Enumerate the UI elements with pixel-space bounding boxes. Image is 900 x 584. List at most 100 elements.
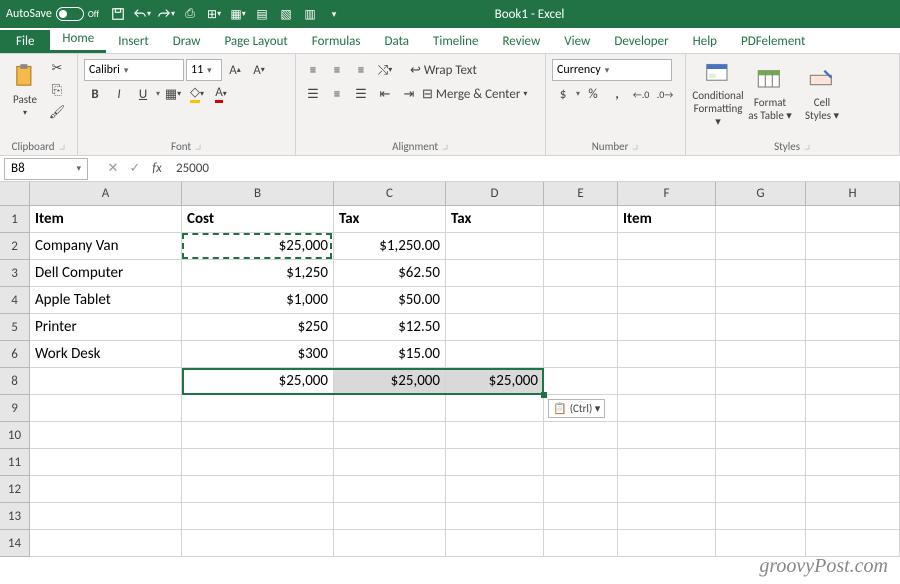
undo-icon[interactable]: ▾ — [131, 3, 153, 25]
align-right-icon[interactable]: ☰ — [350, 83, 372, 105]
row-header-1[interactable]: 1 — [0, 206, 30, 233]
accounting-format-button[interactable]: $ — [552, 83, 574, 105]
row-header-3[interactable]: 3 — [0, 260, 30, 287]
comma-format-button[interactable]: , — [606, 83, 628, 105]
cell-C8[interactable]: $25,000 — [334, 368, 446, 395]
tab-formulas[interactable]: Formulas — [300, 30, 373, 53]
cancel-formula-icon[interactable]: ✕ — [102, 161, 124, 176]
tab-view[interactable]: View — [552, 30, 602, 53]
cell-B2[interactable]: $25,000 — [182, 233, 334, 260]
row-header-10[interactable]: 10 — [0, 422, 30, 449]
save-icon[interactable] — [107, 3, 129, 25]
align-top-icon[interactable]: ≡ — [302, 59, 324, 81]
cell-B4[interactable]: $1,000 — [182, 287, 334, 314]
cell-H1[interactable] — [806, 206, 900, 233]
cell-C4[interactable]: $50.00 — [334, 287, 446, 314]
tab-file[interactable]: File — [0, 30, 50, 53]
row-header-8[interactable]: 8 — [0, 368, 30, 395]
align-left-icon[interactable]: ☰ — [302, 83, 324, 105]
cell-C2[interactable]: $1,250.00 — [334, 233, 446, 260]
tab-data[interactable]: Data — [373, 30, 422, 53]
cut-icon[interactable]: ✂ — [46, 58, 68, 78]
cell-F1[interactable]: Item — [618, 206, 716, 233]
percent-format-button[interactable]: % — [582, 83, 604, 105]
paste-button[interactable]: Paste ▾ — [6, 58, 44, 122]
row-header-12[interactable]: 12 — [0, 476, 30, 503]
qat-icon-5[interactable]: ▧ — [275, 3, 297, 25]
tab-pdfelement[interactable]: PDFelement — [729, 30, 817, 53]
redo-icon[interactable]: ▾ — [155, 3, 177, 25]
cell-E1[interactable] — [544, 206, 618, 233]
conditional-formatting-button[interactable]: Conditional Formatting ▾ — [692, 58, 744, 130]
col-header-A[interactable]: A — [30, 182, 182, 206]
cell-B8[interactable]: $25,000 — [182, 368, 334, 395]
cell-B1[interactable]: Cost — [182, 206, 334, 233]
cell-A1[interactable]: Item — [30, 206, 182, 233]
cell-A3[interactable]: Dell Computer — [30, 260, 182, 287]
increase-font-icon[interactable]: A▴ — [224, 59, 246, 81]
row-header-13[interactable]: 13 — [0, 503, 30, 530]
cell-A2[interactable]: Company Van — [30, 233, 182, 260]
col-header-B[interactable]: B — [182, 182, 334, 206]
cell-C3[interactable]: $62.50 — [334, 260, 446, 287]
fill-color-icon[interactable]: ◇▾ — [186, 83, 208, 105]
row-header-11[interactable]: 11 — [0, 449, 30, 476]
fill-handle[interactable] — [541, 392, 547, 398]
cell-B5[interactable]: $250 — [182, 314, 334, 341]
tab-home[interactable]: Home — [50, 27, 106, 53]
decrease-indent-icon[interactable]: ⇤ — [374, 83, 396, 105]
row-header-14[interactable]: 14 — [0, 530, 30, 557]
orientation-icon[interactable]: ⤭▾ — [374, 59, 396, 81]
cell-A5[interactable]: Printer — [30, 314, 182, 341]
tab-page-layout[interactable]: Page Layout — [212, 30, 299, 53]
tab-insert[interactable]: Insert — [106, 30, 161, 53]
row-header-4[interactable]: 4 — [0, 287, 30, 314]
cell-D1[interactable]: Tax — [446, 206, 544, 233]
fx-icon[interactable]: fx — [146, 161, 168, 176]
col-header-H[interactable]: H — [806, 182, 900, 206]
cell-D2[interactable] — [446, 233, 544, 260]
align-center-icon[interactable]: ≡ — [326, 83, 348, 105]
cell-A8[interactable] — [30, 368, 182, 395]
row-header-9[interactable]: 9 — [0, 395, 30, 422]
cell-C1[interactable]: Tax — [334, 206, 446, 233]
qat-icon-4[interactable]: ▤ — [251, 3, 273, 25]
paste-options-button[interactable]: 📋 (Ctrl) ▾ — [548, 399, 605, 418]
wrap-text-button[interactable]: ↩Wrap Text — [410, 59, 477, 81]
tab-timeline[interactable]: Timeline — [421, 30, 490, 53]
cell-A6[interactable]: Work Desk — [30, 341, 182, 368]
font-color-icon[interactable]: A▾ — [210, 83, 232, 105]
decrease-decimal-icon[interactable]: .0→ — [654, 83, 676, 105]
format-as-table-button[interactable]: Format as Table ▾ — [744, 58, 796, 130]
tab-developer[interactable]: Developer — [602, 30, 680, 53]
cell-area[interactable]: Item Cost Tax Tax Item Company Van $25,0… — [30, 206, 900, 557]
cell-G1[interactable] — [716, 206, 806, 233]
select-all-corner[interactable] — [0, 182, 30, 206]
cell-C5[interactable]: $12.50 — [334, 314, 446, 341]
name-box[interactable]: B8 — [4, 158, 88, 180]
col-header-E[interactable]: E — [544, 182, 618, 206]
font-name-select[interactable]: Calibri — [84, 59, 184, 81]
tab-review[interactable]: Review — [490, 30, 552, 53]
cell-B3[interactable]: $1,250 — [182, 260, 334, 287]
tab-draw[interactable]: Draw — [161, 30, 213, 53]
cell-styles-button[interactable]: Cell Styles ▾ — [796, 58, 848, 130]
tab-help[interactable]: Help — [681, 30, 729, 53]
format-painter-icon[interactable]: 🖌 — [46, 102, 68, 122]
row-header-5[interactable]: 5 — [0, 314, 30, 341]
qat-icon-3[interactable]: ▦▾ — [227, 3, 249, 25]
spreadsheet-grid[interactable]: A B C D E F G H 1 2 3 4 5 6 8 9 10 11 — [0, 182, 900, 584]
col-header-D[interactable]: D — [446, 182, 544, 206]
cell-A4[interactable]: Apple Tablet — [30, 287, 182, 314]
cell-D8[interactable]: $25,000 — [446, 368, 544, 395]
formula-input[interactable]: 25000 — [168, 161, 900, 176]
borders-icon[interactable]: ▦▾ — [162, 83, 184, 105]
increase-decimal-icon[interactable]: ←.0 — [630, 83, 652, 105]
align-bottom-icon[interactable]: ≡ — [350, 59, 372, 81]
number-format-select[interactable]: Currency — [552, 59, 672, 81]
cell-B6[interactable]: $300 — [182, 341, 334, 368]
decrease-font-icon[interactable]: A▾ — [248, 59, 270, 81]
cell-C6[interactable]: $15.00 — [334, 341, 446, 368]
italic-button[interactable]: I — [108, 83, 130, 105]
bold-button[interactable]: B — [84, 83, 106, 105]
